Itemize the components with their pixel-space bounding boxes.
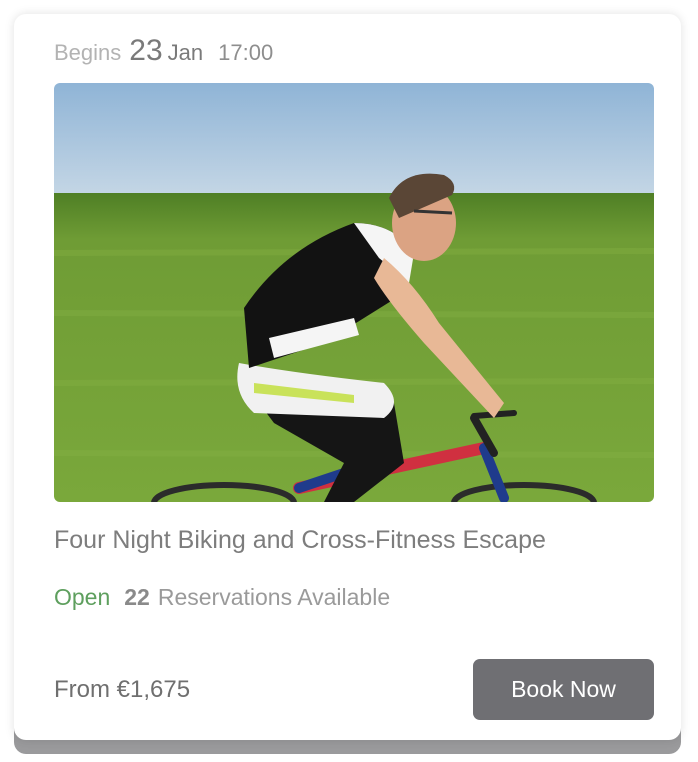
begins-label: Begins: [54, 40, 122, 65]
event-date: Begins 23 Jan 17:00: [54, 34, 273, 74]
reservations-label: Reservations Available: [157, 584, 391, 610]
date-day: 23: [129, 34, 163, 67]
book-now-button[interactable]: Book Now: [473, 659, 654, 720]
reservations-count: 22: [124, 584, 150, 610]
availability-row: Open 22 Reservations Available: [54, 584, 390, 611]
date-month: Jan: [167, 40, 204, 65]
event-card: Begins 23 Jan 17:00 Four Night Biking an…: [14, 14, 681, 740]
event-title[interactable]: Four Night Biking and Cross-Fitness Esca…: [54, 526, 546, 555]
status-badge: Open: [54, 584, 111, 610]
event-time: 17:00: [218, 40, 274, 65]
price: From €1,675: [54, 676, 191, 703]
event-image[interactable]: [54, 83, 654, 502]
